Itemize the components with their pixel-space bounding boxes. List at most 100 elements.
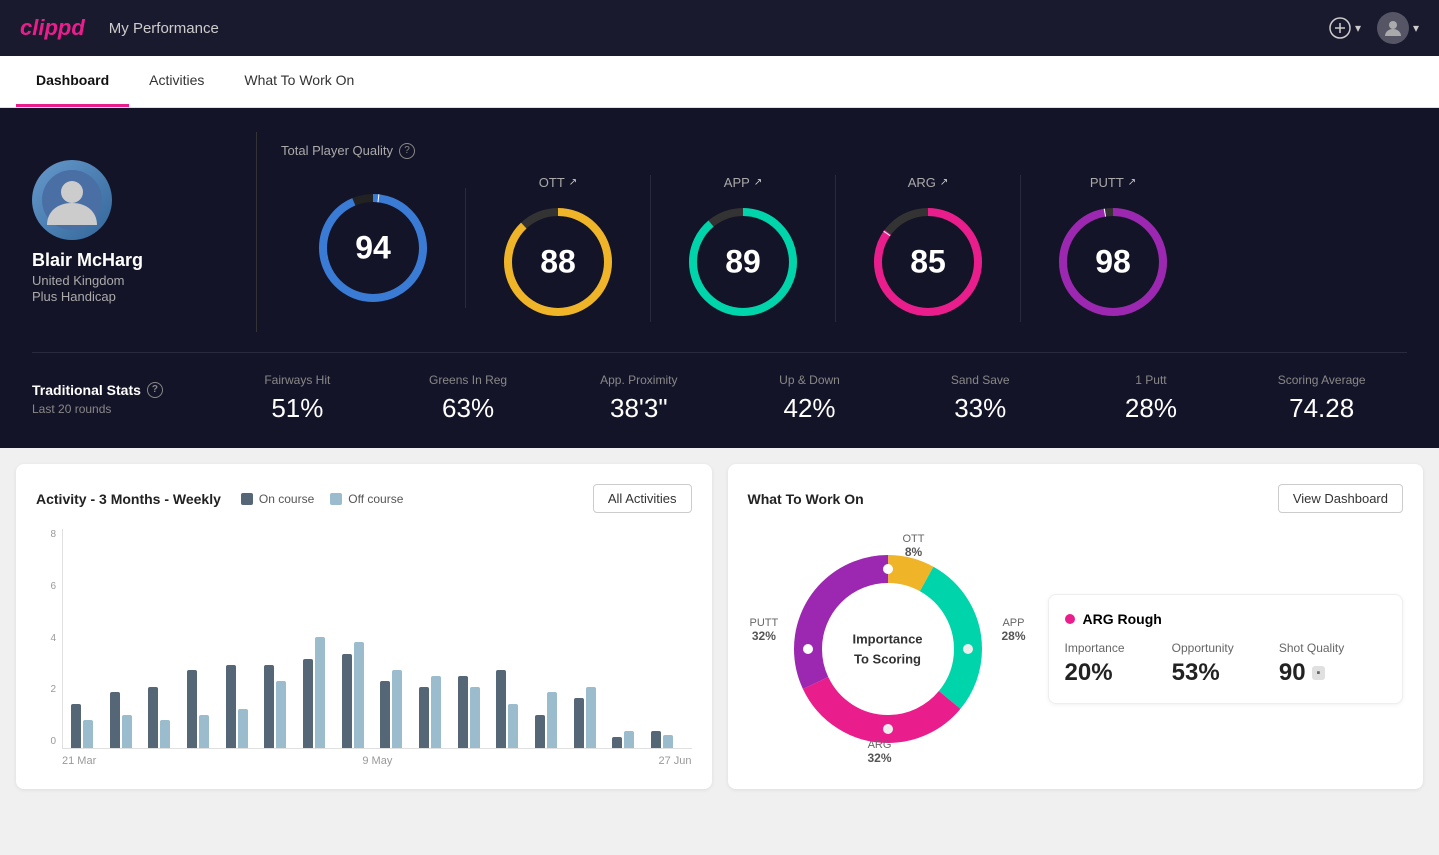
chart-header: Activity - 3 Months - Weekly On course O… <box>36 484 692 513</box>
main-content: Activity - 3 Months - Weekly On course O… <box>0 448 1439 805</box>
tab-what-to-work-on[interactable]: What To Work On <box>224 56 374 107</box>
bar-group-9 <box>419 676 452 748</box>
shot-quality-metric: Shot Quality 90 ▪ <box>1279 641 1386 687</box>
bar-group-6 <box>303 637 336 748</box>
stat-greens: Greens In Reg 63% <box>383 373 554 424</box>
pink-dot <box>1065 614 1075 624</box>
ott-ring: 88 <box>498 202 618 322</box>
bar-chart: 0 2 4 6 8 21 Mar 9 May 27 Jun <box>36 529 692 769</box>
stat-proximity-label: App. Proximity <box>553 373 724 387</box>
on-course-bar-15 <box>651 731 661 748</box>
off-course-bar-4 <box>238 709 248 748</box>
x-label-may: 9 May <box>362 755 392 767</box>
off-course-bar-2 <box>160 720 170 748</box>
opportunity-metric: Opportunity 53% <box>1172 641 1279 687</box>
y-label-4: 4 <box>50 633 56 644</box>
y-label-2: 2 <box>50 684 56 695</box>
stat-updown-label: Up & Down <box>724 373 895 387</box>
quality-label: Total Player Quality ? <box>281 143 1407 159</box>
boundary-dot-bottom <box>883 724 893 734</box>
total-quality-ring: 94 <box>313 188 433 308</box>
on-course-bar-11 <box>496 670 506 748</box>
ott-segment-label: OTT 8% <box>903 533 925 559</box>
header-left: clippd My Performance <box>20 15 219 41</box>
player-country: United Kingdom <box>32 273 125 288</box>
view-dashboard-button[interactable]: View Dashboard <box>1278 484 1403 513</box>
trad-help-icon[interactable]: ? <box>147 382 163 398</box>
player-handicap: Plus Handicap <box>32 289 116 304</box>
bar-group-2 <box>148 687 181 748</box>
trad-period: Last 20 rounds <box>32 402 212 416</box>
y-label-0: 0 <box>50 736 56 747</box>
tab-activities[interactable]: Activities <box>129 56 224 107</box>
putt-segment-label: PUTT 32% <box>750 617 779 643</box>
arg-circle: ARG ↗ 85 <box>836 175 1021 322</box>
off-course-dot <box>330 493 342 505</box>
boundary-dot-left <box>803 644 813 654</box>
bar-group-10 <box>458 676 491 748</box>
bar-group-3 <box>187 670 220 748</box>
off-course-bar-6 <box>315 637 325 748</box>
header-title: My Performance <box>109 20 219 37</box>
off-course-bar-13 <box>586 687 596 748</box>
on-course-bar-9 <box>419 687 429 748</box>
bar-chart-inner <box>62 529 692 749</box>
bar-group-14 <box>612 731 645 748</box>
arg-label: ARG ↗ <box>908 175 949 190</box>
stat-proximity-value: 38'3" <box>553 393 724 424</box>
stat-1putt: 1 Putt 28% <box>1066 373 1237 424</box>
on-course-bar-3 <box>187 670 197 748</box>
stat-fairways-label: Fairways Hit <box>212 373 383 387</box>
total-quality-value: 94 <box>355 230 391 267</box>
stat-sandsave: Sand Save 33% <box>895 373 1066 424</box>
bar-group-11 <box>496 670 529 748</box>
opportunity-value: 53% <box>1172 659 1279 687</box>
y-label-6: 6 <box>50 581 56 592</box>
add-icon[interactable]: ▾ <box>1329 17 1361 39</box>
bar-group-15 <box>651 731 684 748</box>
off-course-bar-14 <box>624 731 634 748</box>
stat-proximity: App. Proximity 38'3" <box>553 373 724 424</box>
arg-rough-card: ARG Rough Importance 20% Opportunity <box>1048 594 1404 704</box>
logo: clippd <box>20 15 85 41</box>
legend-off-course: Off course <box>330 492 403 506</box>
chart-title: Activity - 3 Months - Weekly <box>36 491 221 507</box>
on-course-bar-13 <box>574 698 584 748</box>
bar-group-1 <box>110 692 143 748</box>
quality-circles: 94 OTT ↗ 88 <box>281 175 1407 322</box>
off-course-bar-3 <box>199 715 209 748</box>
tab-nav: Dashboard Activities What To Work On <box>0 56 1439 108</box>
quality-help-icon[interactable]: ? <box>399 143 415 159</box>
tab-dashboard[interactable]: Dashboard <box>16 56 129 107</box>
what-to-work-on-card: What To Work On View Dashboard <box>728 464 1424 789</box>
putt-ring: 98 <box>1053 202 1173 322</box>
off-course-bar-15 <box>663 735 673 748</box>
ott-value: 88 <box>540 243 576 280</box>
off-course-bar-12 <box>547 692 557 748</box>
off-course-bar-5 <box>276 681 286 748</box>
stat-1putt-label: 1 Putt <box>1066 373 1237 387</box>
activity-chart-card: Activity - 3 Months - Weekly On course O… <box>16 464 712 789</box>
on-course-bar-1 <box>110 692 120 748</box>
off-course-bar-8 <box>392 670 402 748</box>
stat-fairways-value: 51% <box>212 393 383 424</box>
x-axis: 21 Mar 9 May 27 Jun <box>36 755 692 767</box>
horizontal-divider <box>32 352 1407 353</box>
stat-sandsave-label: Sand Save <box>895 373 1066 387</box>
donut-center-label: Importance To Scoring <box>852 630 922 669</box>
arg-ring: 85 <box>868 202 988 322</box>
app-value: 89 <box>725 243 761 280</box>
x-label-jun: 27 Jun <box>658 755 691 767</box>
info-metrics: Importance 20% Opportunity 53% <box>1065 641 1387 687</box>
on-course-bar-10 <box>458 676 468 748</box>
on-course-bar-14 <box>612 737 622 748</box>
importance-metric: Importance 20% <box>1065 641 1172 687</box>
on-course-dot <box>241 493 253 505</box>
all-activities-button[interactable]: All Activities <box>593 484 692 513</box>
on-course-bar-7 <box>342 654 352 748</box>
stat-greens-label: Greens In Reg <box>383 373 554 387</box>
total-quality-circle: 94 <box>281 188 466 308</box>
user-avatar-header[interactable]: ▾ <box>1377 12 1419 44</box>
app-segment-label: APP 28% <box>1001 617 1025 643</box>
trad-label-col: Traditional Stats ? Last 20 rounds <box>32 382 212 416</box>
